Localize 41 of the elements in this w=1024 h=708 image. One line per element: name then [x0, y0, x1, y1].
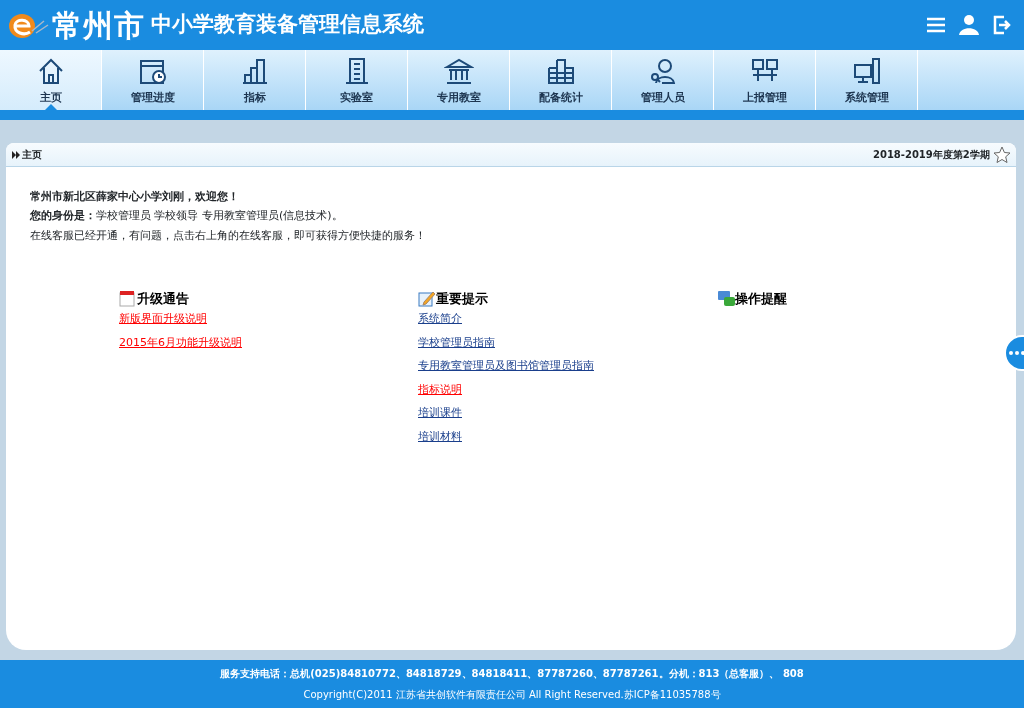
identity-text: 您的身份是：学校管理员 学校领导 专用教室管理员(信息技术)。 [30, 208, 344, 225]
star-icon[interactable] [992, 145, 1011, 164]
term-label: 2018-2019年度第2学期 [872, 148, 990, 162]
nav-tab[interactable]: 实验室 [306, 50, 408, 110]
nav-tab[interactable]: 指标 [204, 50, 306, 110]
logo-text: 常州市 [52, 6, 146, 45]
nav-tab[interactable]: 管理进度 [102, 50, 204, 110]
calendar-icon [119, 289, 137, 308]
section-link[interactable]: 新版界面升级说明 [119, 311, 418, 328]
nav-tab[interactable]: 上报管理 [714, 50, 816, 110]
copyright-text: Copyright(C)2011 江苏省共创软件有限责任公司 All Right Reserved.苏ICP备11035788号 [303, 688, 721, 703]
double-arrow-icon [11, 150, 20, 159]
user-icon[interactable] [958, 14, 980, 36]
nav-tab[interactable]: 系统管理 [816, 50, 918, 110]
support-phone-text: 服务支持电话：总机(025)84810772、84818729、84818411、87787260、87787261。分机：813（总客服）、 808 [220, 666, 804, 681]
service-notice: 在线客服已经开通，有问题，点击右上角的在线客服，即可获得方便快捷的服务！ [30, 227, 427, 244]
section-title: 升级通告 [137, 290, 189, 308]
welcome-text: 常州市新北区薛家中心小学刘刚，欢迎您！ [30, 189, 240, 205]
notepad-pencil-icon [418, 289, 436, 308]
more-icon [1008, 350, 1024, 356]
section-link[interactable]: 专用教室管理员及图书馆管理员指南 [418, 358, 717, 375]
columned-building-icon [443, 56, 474, 86]
chat-bubbles-icon [717, 289, 735, 308]
system-title: 中小学教育装备管理信息系统 [150, 11, 424, 39]
section-title: 操作提醒 [735, 290, 787, 308]
computer-icon [851, 56, 882, 86]
nav-tab[interactable]: 管理人员 [612, 50, 714, 110]
section-link[interactable]: 培训课件 [418, 405, 717, 422]
logout-icon[interactable] [991, 14, 1013, 36]
section-link[interactable]: 指标说明 [418, 381, 717, 399]
nav-tab[interactable]: 配备统计 [510, 50, 612, 110]
selected-indicator [44, 104, 58, 111]
section-title: 重要提示 [436, 290, 488, 308]
section-link[interactable]: 2015年6月功能升级说明 [119, 334, 418, 352]
stacked-bars-icon [545, 56, 576, 86]
nav-tab[interactable]: 专用教室 [408, 50, 510, 110]
section-link[interactable]: 学校管理员指南 [418, 334, 717, 352]
section-link[interactable]: 系统简介 [418, 311, 717, 328]
breadcrumb-text: 主页 [22, 148, 43, 162]
nav-tab[interactable]: 主页 [0, 50, 102, 110]
section-link[interactable]: 培训材料 [418, 428, 717, 446]
